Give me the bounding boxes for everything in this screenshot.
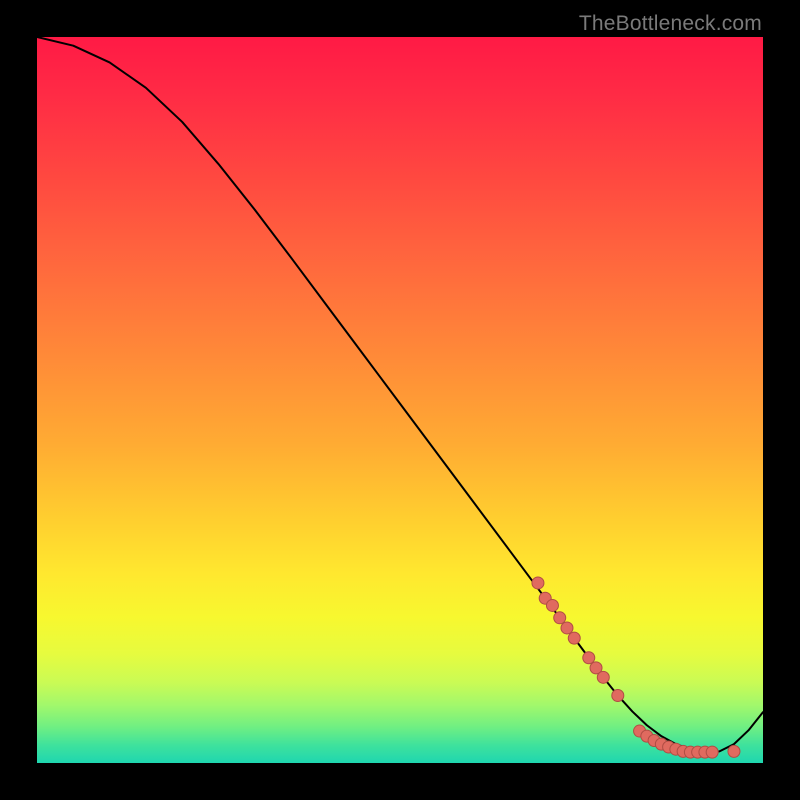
data-point: [546, 599, 558, 611]
watermark-text: TheBottleneck.com: [579, 12, 762, 36]
data-point: [583, 652, 595, 664]
chart-frame: TheBottleneck.com: [0, 0, 800, 800]
bottleneck-curve: [37, 37, 763, 752]
data-point: [554, 612, 566, 624]
data-point: [612, 689, 624, 701]
data-point: [568, 632, 580, 644]
data-point: [728, 745, 740, 757]
data-point: [561, 622, 573, 634]
plot-area: [37, 37, 763, 763]
data-point: [532, 577, 544, 589]
data-point: [597, 671, 609, 683]
chart-overlay: [37, 37, 763, 763]
data-point: [706, 746, 718, 758]
data-points: [532, 577, 740, 758]
